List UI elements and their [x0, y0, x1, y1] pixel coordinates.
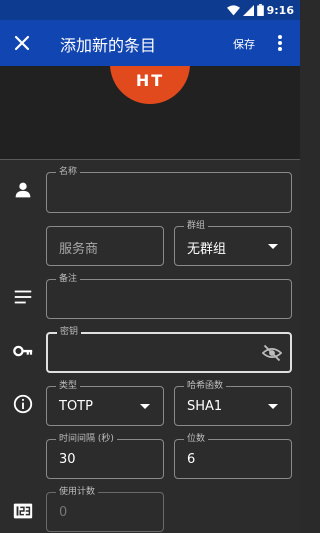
header-divider [0, 159, 300, 160]
entry-header: HT [0, 66, 300, 159]
type-value: TOTP [59, 399, 93, 414]
person-icon [15, 182, 31, 198]
battery-icon [256, 4, 264, 16]
type-select[interactable]: 类型 TOTP [46, 380, 164, 426]
counter-field: 使用计数 0 [46, 486, 164, 532]
issuer-field[interactable]: 服务商 [46, 226, 164, 266]
name-field[interactable]: 名称 [46, 166, 292, 213]
counter-label: 使用计数 [56, 486, 99, 498]
counter-value: 0 [59, 505, 68, 520]
chevron-down-icon [268, 244, 278, 249]
note-field[interactable]: 备注 [46, 273, 292, 319]
info-icon [13, 394, 33, 414]
chevron-down-icon [140, 404, 150, 409]
status-time: 9:16 [266, 3, 294, 17]
signal-icon [242, 4, 254, 16]
period-value: 30 [59, 452, 76, 467]
algorithm-value: SHA1 [187, 399, 223, 414]
visibility-off-icon[interactable] [262, 343, 282, 363]
save-button[interactable]: 保存 [233, 36, 255, 52]
secret-field[interactable]: 密钥 [46, 326, 292, 373]
name-label: 名称 [56, 166, 81, 178]
notes-icon [14, 290, 32, 304]
entry-icon[interactable]: HT [110, 66, 190, 104]
chevron-down-icon [268, 404, 278, 409]
group-select[interactable]: 群组 无群组 [174, 220, 292, 266]
algorithm-select[interactable]: 哈希函数 SHA1 [174, 380, 292, 426]
group-label: 群组 [184, 220, 209, 232]
note-label: 备注 [56, 273, 81, 285]
status-icons: 9:16 [226, 2, 294, 18]
type-label: 类型 [56, 380, 81, 392]
period-field[interactable]: 时间间隔 (秒) 30 [46, 433, 164, 479]
group-value: 无群组 [187, 242, 227, 257]
app-bar: 添加新的条目 保存 [0, 20, 300, 66]
more-vert-icon[interactable] [272, 31, 288, 55]
entry-icon-text: HT [135, 71, 165, 90]
wifi-icon [226, 4, 240, 15]
digits-field[interactable]: 位数 6 [174, 433, 292, 479]
status-bar: 9:16 [0, 0, 300, 20]
close-icon[interactable] [10, 31, 34, 55]
counter-icon [13, 503, 33, 519]
key-icon [13, 345, 33, 357]
algorithm-label: 哈希函数 [184, 380, 227, 392]
issuer-placeholder: 服务商 [59, 242, 99, 257]
page-title: 添加新的条目 [60, 36, 157, 55]
digits-value: 6 [187, 452, 196, 467]
period-label: 时间间隔 (秒) [56, 433, 117, 445]
secret-label: 密钥 [57, 326, 82, 338]
app-screen: 9:16 添加新的条目 保存 HT 名称 服务商 群组 无群组 备注 密钥 类型… [0, 0, 300, 533]
digits-label: 位数 [184, 433, 209, 445]
